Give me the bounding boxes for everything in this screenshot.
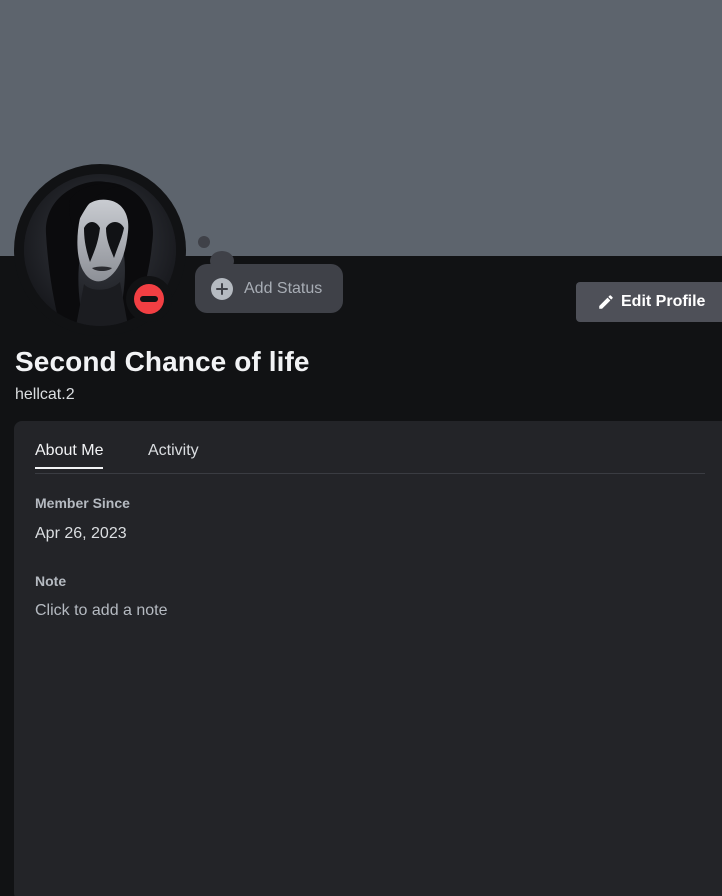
add-status-label: Add Status (244, 279, 323, 297)
member-since-label: Member Since (35, 495, 130, 511)
dnd-status-icon (134, 284, 164, 314)
member-since-value: Apr 26, 2023 (35, 525, 127, 542)
profile-tabs: About Me Activity (35, 421, 705, 474)
edit-profile-button[interactable]: Edit Profile (576, 282, 722, 322)
tab-about-me[interactable]: About Me (35, 442, 104, 469)
plus-circle-icon (211, 277, 233, 300)
pencil-icon (599, 295, 613, 309)
profile-info-card: About Me Activity Member Since Apr 26, 2… (14, 421, 722, 896)
edit-profile-label: Edit Profile (621, 293, 706, 310)
add-status-button[interactable]: Add Status (195, 264, 343, 313)
status-bubble-dot (198, 236, 210, 248)
tab-activity[interactable]: Activity (148, 442, 199, 460)
note-label: Note (35, 573, 67, 589)
display-name: Second Chance of life (15, 346, 310, 377)
note-input[interactable]: Click to add a note (35, 602, 168, 620)
username: hellcat.2 (15, 386, 75, 403)
profile-page: Add Status Edit Profile Second Chance of… (0, 0, 722, 896)
